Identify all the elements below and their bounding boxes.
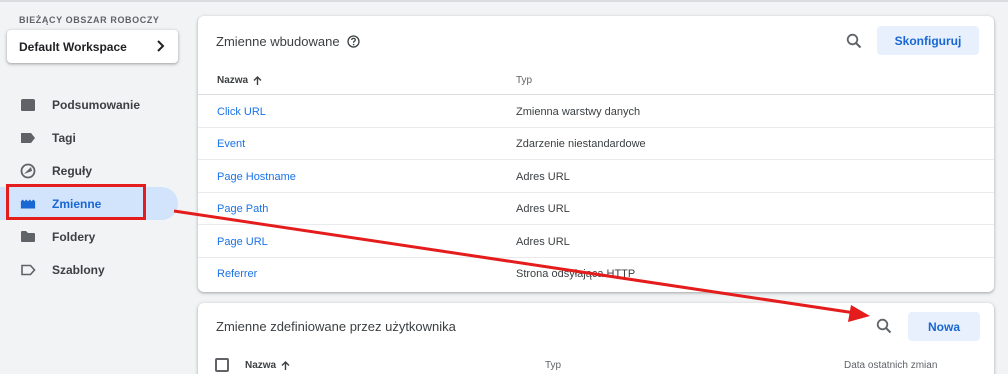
user-defined-title: Zmienne zdefiniowane przez użytkownika [216,319,456,334]
sidebar-item-label: Foldery [52,229,96,244]
column-header-name[interactable]: Nazwa [217,75,262,86]
chevron-right-icon [156,39,166,55]
table-row[interactable]: Referrer Strona odsyłająca HTTP [198,258,994,290]
table-header: Nazwa Typ [198,66,994,95]
variable-type: Zmienna warstwy danych [516,106,641,118]
workspace-name: Default Workspace [19,39,127,54]
sidebar-nav: Podsumowanie Tagi Reguły Zmienne Foldery [0,88,190,286]
column-header-type[interactable]: Typ [516,75,532,86]
sidebar-item-zmienne[interactable]: Zmienne [0,187,178,220]
select-all-checkbox[interactable] [215,358,229,372]
template-label-icon [20,262,36,278]
sidebar-item-tagi[interactable]: Tagi [0,121,190,154]
column-header-name[interactable]: Nazwa [245,360,290,371]
table-row[interactable]: Page Path Adres URL [198,193,994,225]
variable-name-link[interactable]: Referrer [217,268,257,280]
search-icon[interactable] [844,31,864,51]
variable-type: Adres URL [516,236,570,248]
variable-type: Adres URL [516,203,570,215]
column-header-type[interactable]: Typ [545,360,561,371]
table-row[interactable]: Page URL Adres URL [198,226,994,258]
variable-name-link[interactable]: Page Path [217,203,268,215]
column-header-last-edited[interactable]: Data ostatnich zmian [844,360,937,371]
sidebar-item-reguly[interactable]: Reguły [0,154,190,187]
folder-icon [20,229,36,245]
sidebar-item-label: Zmienne [52,196,102,211]
configure-button[interactable]: Skonfiguruj [877,26,979,55]
trigger-icon [20,163,36,179]
variable-type: Strona odsyłająca HTTP [516,268,636,280]
sidebar-item-foldery[interactable]: Foldery [0,220,190,253]
workspace-label: BIEŻĄCY OBSZAR ROBOCZY [19,15,160,25]
card-title-text: Zmienne wbudowane [216,34,340,49]
variable-type: Adres URL [516,171,570,183]
search-icon[interactable] [874,316,894,336]
variables-icon [20,196,36,212]
column-header-label: Nazwa [217,75,249,86]
variable-name-link[interactable]: Event [217,138,245,150]
arrow-up-icon [253,75,262,86]
tag-icon [20,130,36,146]
new-variable-button[interactable]: Nowa [908,312,980,341]
table-row[interactable]: Click URL Zmienna warstwy danych [198,96,994,128]
sidebar-item-label: Szablony [52,262,105,277]
builtin-variables-title: Zmienne wbudowane [216,34,360,49]
variable-name-link[interactable]: Page URL [217,236,268,248]
help-icon[interactable] [346,35,360,48]
table-row[interactable]: Event Zdarzenie niestandardowe [198,128,994,160]
sidebar-item-label: Reguły [52,163,93,178]
variable-name-link[interactable]: Page Hostname [217,171,296,183]
workspace-selector[interactable]: Default Workspace [7,30,178,63]
table-row[interactable]: Page Hostname Adres URL [198,161,994,193]
column-header-label: Nazwa [245,360,277,371]
user-defined-variables-card: Zmienne zdefiniowane przez użytkownika N… [198,303,994,374]
builtin-variables-card: Zmienne wbudowane Skonfiguruj Nazwa Typ … [198,16,994,292]
sidebar-item-szablony[interactable]: Szablony [0,253,190,286]
variable-name-link[interactable]: Click URL [217,106,266,118]
arrow-up-icon [281,360,290,371]
folder-filled-icon [20,97,36,113]
sidebar-item-podsumowanie[interactable]: Podsumowanie [0,88,190,121]
variable-type: Zdarzenie niestandardowe [516,138,646,150]
sidebar-item-label: Tagi [52,130,76,145]
sidebar-item-label: Podsumowanie [52,97,141,112]
sidebar: BIEŻĄCY OBSZAR ROBOCZY Default Workspace… [0,0,190,374]
